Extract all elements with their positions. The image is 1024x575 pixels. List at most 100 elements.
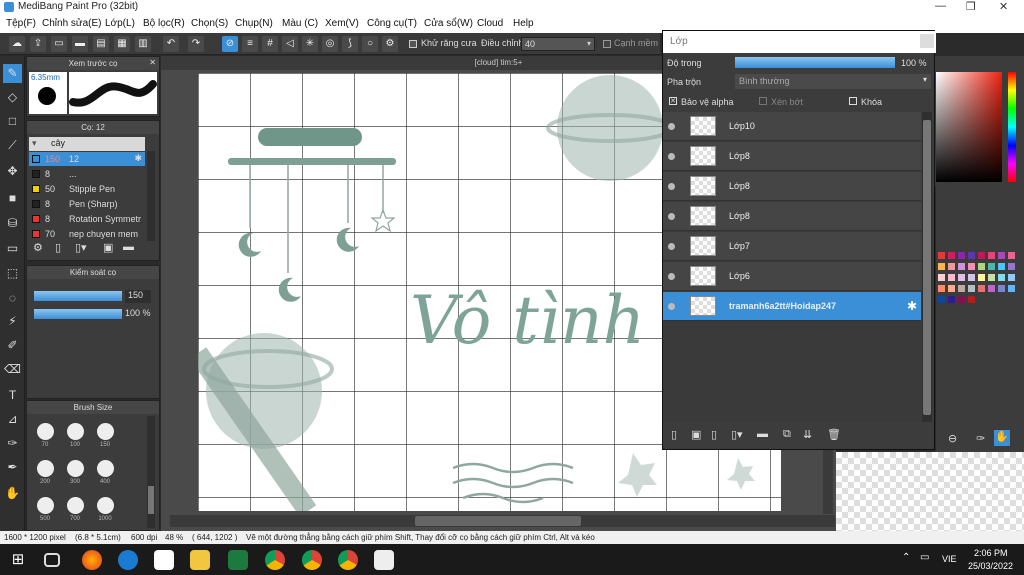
menu-item[interactable]: Tệp(F) (6, 18, 36, 29)
brush-size-value[interactable]: 150 (125, 290, 151, 303)
palette-swatch[interactable] (1008, 252, 1015, 259)
palette-swatch[interactable] (948, 285, 955, 292)
palette-swatch[interactable] (978, 274, 985, 281)
palette-swatch[interactable] (938, 263, 945, 270)
brush-size-option[interactable]: 200 (31, 455, 59, 490)
palette-swatch[interactable] (968, 252, 975, 259)
brush-size-option[interactable]: 300 (61, 455, 89, 490)
palette-swatch[interactable] (988, 274, 995, 281)
protect-alpha-checkbox[interactable]: ✕ (669, 97, 677, 105)
palette-swatch[interactable] (998, 263, 1005, 270)
antialias-checkbox[interactable] (409, 40, 417, 48)
brush-size-option[interactable]: 400 (91, 455, 119, 490)
chrome-icon[interactable] (265, 550, 285, 570)
copy-brush-icon[interactable]: ▣ (103, 241, 113, 254)
palette-swatch[interactable] (1008, 285, 1015, 292)
grid-snap-icon[interactable]: # (262, 36, 278, 52)
eyedropper-tool-icon[interactable]: ✑ (3, 434, 22, 453)
magic-wand-tool-icon[interactable]: ⚡ (3, 312, 22, 331)
radial-snap-icon[interactable]: ✳ (302, 36, 318, 52)
new-layer-up-icon[interactable]: ▯ (711, 428, 717, 441)
divide-tool-icon[interactable]: ⊿ (3, 410, 22, 429)
undo-icon[interactable]: ↶ (163, 36, 179, 52)
palette-swatch[interactable] (948, 252, 955, 259)
layer-row[interactable]: Lớp10 (663, 112, 921, 141)
canvas-hscrollbar[interactable] (170, 515, 835, 527)
eye-icon[interactable] (668, 183, 675, 190)
lasso-tool-icon[interactable]: ◌ (3, 289, 22, 308)
layer-scrollbar[interactable] (922, 112, 932, 422)
eye-icon[interactable] (668, 153, 675, 160)
select-pen-tool-icon[interactable]: ✐ (3, 336, 22, 355)
palette-swatch[interactable] (968, 263, 975, 270)
hue-strip[interactable] (1008, 72, 1016, 182)
layer-row[interactable]: Lớp7 (663, 232, 921, 261)
zoom-out-icon[interactable]: ⊖ (948, 432, 957, 445)
brush-size-option[interactable]: 100 (61, 418, 89, 453)
folder-icon[interactable]: ▬ (757, 428, 768, 440)
file-explorer-icon[interactable] (190, 550, 210, 570)
brush-size-option[interactable]: 500 (31, 492, 59, 527)
new-layer-icon[interactable]: ▯ (671, 428, 677, 441)
blend-select[interactable]: Bình thường ▾ (735, 74, 931, 89)
clip-checkbox[interactable] (759, 97, 767, 105)
palette-swatch[interactable] (998, 274, 1005, 281)
brush-size-slider[interactable] (34, 291, 122, 301)
menu-item[interactable]: Công cụ(T) (367, 18, 417, 29)
clock-time[interactable]: 2:06 PM (974, 548, 1008, 558)
excel-icon[interactable] (228, 550, 248, 570)
brush-list-item[interactable]: 8 Rotation Symmetr (29, 212, 145, 226)
brush-list-item[interactable]: 8... (29, 167, 145, 181)
palette-swatch[interactable] (938, 296, 945, 303)
layer-row[interactable]: tramanh6a2tt#Hoidap247 ✱ (663, 292, 921, 321)
menu-item[interactable]: Xem(V) (325, 18, 359, 29)
folder-icon[interactable]: ▬ (123, 241, 134, 253)
gear-icon[interactable]: ✱ (907, 299, 917, 313)
hand-tool-icon[interactable]: ✋ (3, 484, 22, 503)
no-snap-icon[interactable]: ⊘ (222, 36, 238, 52)
chat-icon[interactable]: ▭ (51, 36, 67, 52)
merge-layer-icon[interactable]: ⇊ (803, 428, 812, 441)
start-icon[interactable]: ⊞ (8, 550, 28, 570)
pages-icon[interactable]: ▦ (114, 36, 130, 52)
eye-icon[interactable] (668, 213, 675, 220)
lock-checkbox[interactable] (849, 97, 857, 105)
layer-row[interactable]: Lớp8 (663, 202, 921, 231)
eyedropper-icon[interactable]: ✑ (976, 432, 985, 445)
brush-tool-icon[interactable]: ✎ (3, 64, 22, 83)
brush-list-item[interactable]: 70 nep chuyen mem (29, 227, 145, 241)
network-icon[interactable]: ▭ (920, 552, 929, 563)
upload-icon[interactable]: ⇪ (30, 36, 46, 52)
palette-swatch[interactable] (958, 263, 965, 270)
eye-icon[interactable] (668, 243, 675, 250)
eraser-tool-icon[interactable]: ◇ (3, 88, 22, 107)
layer-row[interactable]: Lớp6 (663, 262, 921, 291)
palette-swatch[interactable] (988, 252, 995, 259)
select-eraser-tool-icon[interactable]: ⌫ (3, 360, 22, 379)
move-tool-icon[interactable]: ✥ (3, 162, 22, 181)
bucket-tool-icon[interactable]: ⛁ (3, 214, 22, 233)
cloud-icon[interactable]: ☁ (9, 36, 25, 52)
task-view-icon[interactable] (44, 553, 60, 567)
page-icon[interactable]: ▤ (93, 36, 109, 52)
palette-swatch[interactable] (958, 285, 965, 292)
brush-size-option[interactable]: 150 (91, 418, 119, 453)
menu-item[interactable]: Bộ lọc(R) (143, 18, 185, 29)
menu-item[interactable]: Chỉnh sửa(E) (42, 18, 102, 29)
chrome-app-icon[interactable] (302, 550, 322, 570)
gradient-tool-icon[interactable]: ▭ (3, 239, 22, 258)
layer-row[interactable]: Lớp8 (663, 142, 921, 171)
brush-list-item[interactable]: 50 Stipple Pen (29, 182, 145, 196)
palette-swatch[interactable] (938, 285, 945, 292)
doc-icon[interactable]: ▥ (135, 36, 151, 52)
delete-layer-icon[interactable]: 🗑 (827, 428, 841, 441)
layer-row[interactable]: Lớp8 (663, 172, 921, 201)
hand-icon[interactable]: ✋ (994, 430, 1010, 446)
text-tool-icon[interactable]: T (3, 386, 22, 405)
menu-item[interactable]: Màu (C) (282, 18, 318, 29)
perspective-icon[interactable]: ◁ (282, 36, 298, 52)
brush-list-item[interactable]: 150 12 ✱ (29, 152, 145, 166)
settings-icon[interactable]: ⚙ (382, 36, 398, 52)
menu-item[interactable]: Chọn(S) (191, 18, 228, 29)
minimize-icon[interactable]: — (935, 0, 946, 12)
